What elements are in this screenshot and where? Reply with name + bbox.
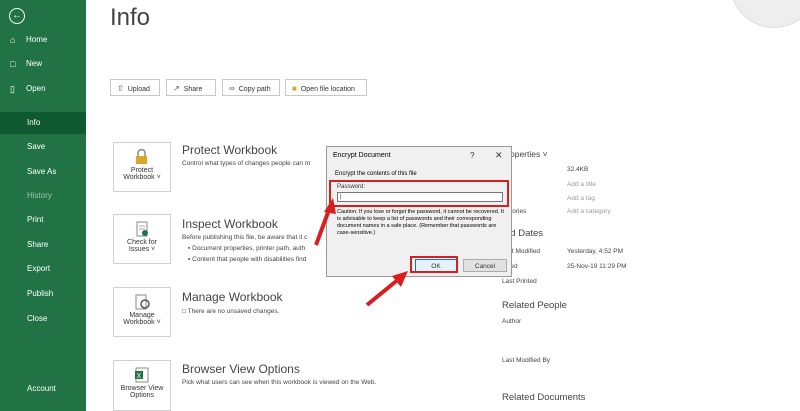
annotation-arrows bbox=[314, 198, 408, 307]
arrow-to-password-icon bbox=[314, 198, 336, 246]
arrow-to-ok-icon bbox=[365, 271, 408, 307]
